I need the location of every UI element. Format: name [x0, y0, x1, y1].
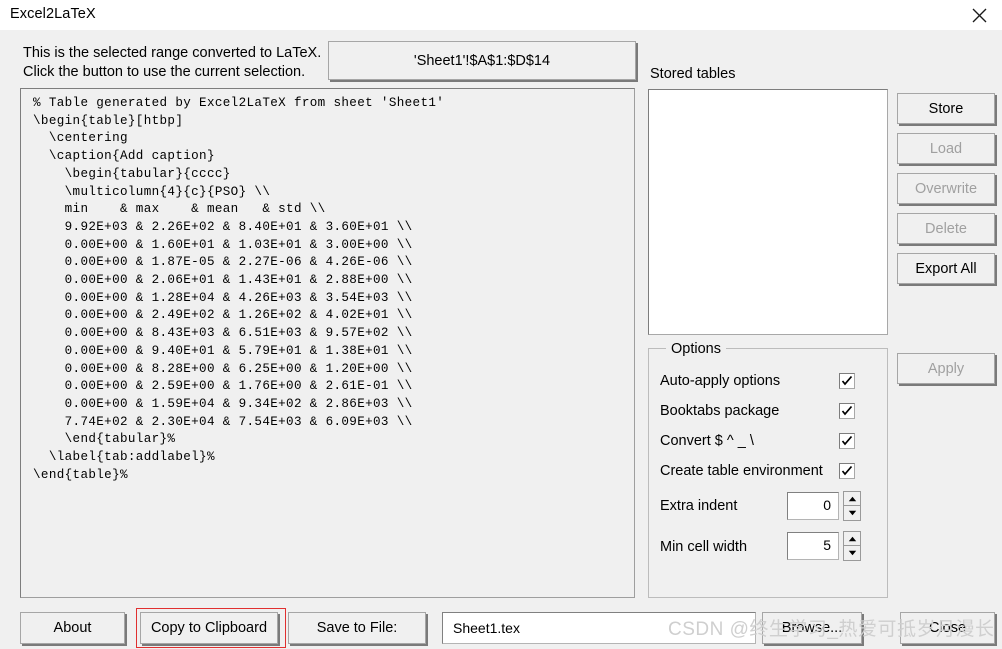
- export-all-button-label: Export All: [915, 260, 977, 277]
- copy-to-clipboard-label: Copy to Clipboard: [150, 620, 268, 636]
- overwrite-button-label: Overwrite: [914, 180, 978, 197]
- auto-apply-options-checkbox[interactable]: [839, 373, 855, 389]
- extra-indent-input[interactable]: 0: [787, 492, 839, 520]
- spinner-up-icon[interactable]: [843, 491, 861, 506]
- apply-button-label: Apply: [927, 360, 965, 377]
- load-button-label: Load: [929, 140, 963, 157]
- convert-symbols-label: Convert $ ^ _ \: [660, 433, 754, 449]
- close-x-icon: [972, 8, 987, 23]
- convert-symbols-checkbox[interactable]: [839, 433, 855, 449]
- checkmark-icon: [840, 435, 854, 447]
- checkmark-icon: [840, 405, 854, 417]
- latex-code-text: % Table generated by Excel2LaTeX from sh…: [33, 96, 445, 482]
- window-title: Excel2LaTeX: [10, 6, 96, 22]
- min-cell-width-label: Min cell width: [660, 539, 748, 555]
- load-button[interactable]: Load: [897, 133, 995, 164]
- create-table-environment-checkbox[interactable]: [839, 463, 855, 479]
- create-table-environment-label: Create table environment: [660, 463, 823, 479]
- about-button[interactable]: About: [20, 612, 125, 644]
- browse-button[interactable]: Browse...: [762, 612, 862, 644]
- about-button-label: About: [53, 620, 92, 636]
- min-cell-width-stepper[interactable]: [843, 531, 861, 561]
- extra-indent-label: Extra indent: [660, 498, 738, 514]
- copy-to-clipboard-button[interactable]: Copy to Clipboard: [140, 612, 278, 644]
- overwrite-button[interactable]: Overwrite: [897, 173, 995, 204]
- close-window-button[interactable]: [956, 0, 1002, 30]
- auto-apply-options-label: Auto-apply options: [660, 373, 781, 389]
- title-bar: Excel2LaTeX: [0, 0, 1002, 31]
- checkmark-icon: [840, 375, 854, 387]
- save-to-file-label: Save to File:: [316, 620, 398, 636]
- booktabs-package-checkbox[interactable]: [839, 403, 855, 419]
- excel2latex-dialog: Excel2LaTeX This is the selected range c…: [0, 0, 1002, 649]
- stored-tables-listbox[interactable]: [648, 89, 888, 335]
- options-legend: Options: [666, 341, 726, 357]
- filename-input[interactable]: Sheet1.tex: [442, 612, 756, 644]
- latex-output-textarea[interactable]: % Table generated by Excel2LaTeX from sh…: [20, 88, 635, 598]
- store-button-label: Store: [928, 100, 964, 117]
- spinner-down-icon[interactable]: [843, 546, 861, 561]
- instructions-text: This is the selected range converted to …: [23, 45, 322, 80]
- save-to-file-button[interactable]: Save to File:: [288, 612, 426, 644]
- browse-button-label: Browse...: [781, 620, 843, 636]
- delete-button[interactable]: Delete: [897, 213, 995, 244]
- extra-indent-stepper[interactable]: [843, 491, 861, 521]
- store-button[interactable]: Store: [897, 93, 995, 124]
- delete-button-label: Delete: [925, 220, 967, 237]
- spinner-up-icon[interactable]: [843, 531, 861, 546]
- spinner-down-icon[interactable]: [843, 506, 861, 521]
- booktabs-package-label: Booktabs package: [660, 403, 780, 419]
- stored-tables-label: Stored tables: [650, 66, 736, 82]
- close-button[interactable]: Close: [900, 612, 995, 644]
- close-button-label: Close: [928, 620, 967, 636]
- export-all-button[interactable]: Export All: [897, 253, 995, 284]
- checkmark-icon: [840, 465, 854, 477]
- apply-button[interactable]: Apply: [897, 353, 995, 384]
- selected-range-button[interactable]: 'Sheet1'!$A$1:$D$14: [328, 41, 636, 80]
- min-cell-width-input[interactable]: 5: [787, 532, 839, 560]
